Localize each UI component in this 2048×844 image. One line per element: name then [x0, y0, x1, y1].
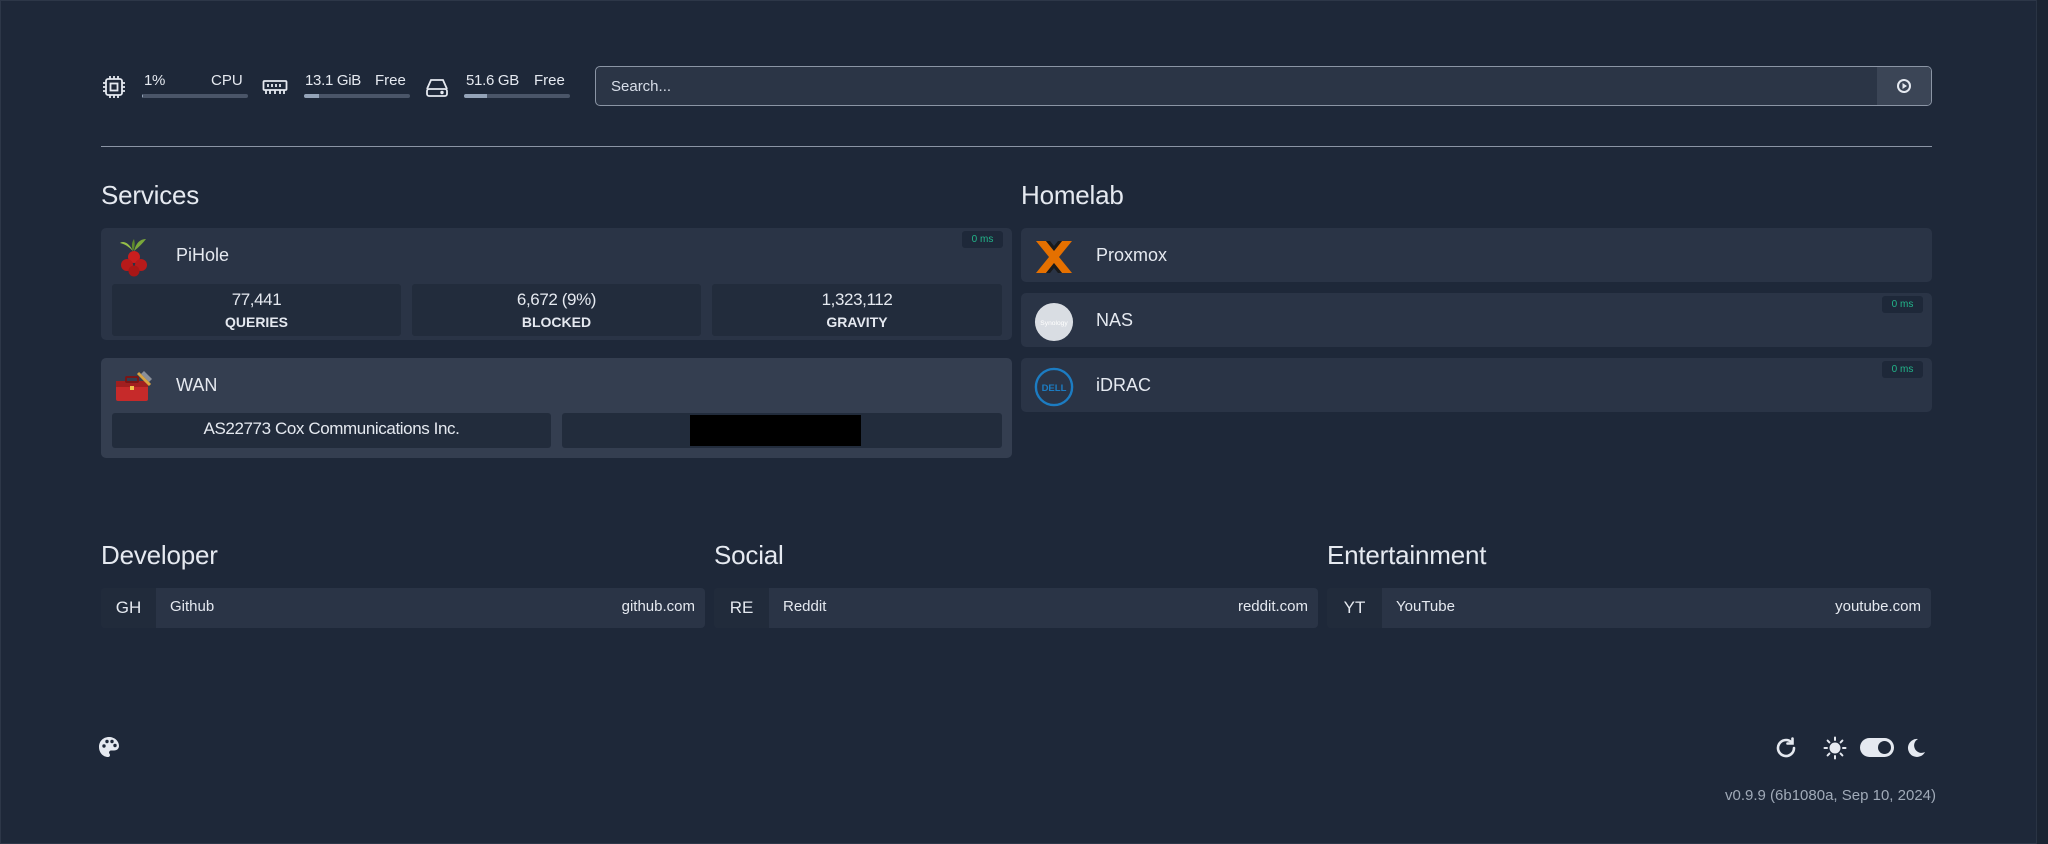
nas-ping-badge: 0 ms: [1882, 296, 1923, 313]
memory-icon: [262, 74, 288, 100]
idrac-name: iDRAC: [1096, 375, 1152, 395]
wan-ip-block: [562, 413, 1002, 448]
theme-toggle-knob: [1878, 741, 1891, 754]
proxmox-service-card[interactable]: Proxmox: [1021, 228, 1932, 282]
pihole-gravity-label: Gravity: [826, 314, 888, 330]
synology-icon: Synology: [1034, 302, 1074, 342]
proxmox-name: Proxmox: [1096, 245, 1168, 265]
nas-service-card[interactable]: Synology NAS 0 ms: [1021, 293, 1932, 347]
homelab-group-title: Homelab: [1021, 180, 1124, 210]
sun-icon: [1823, 736, 1847, 765]
pihole-queries-stat: 77,441 Queries: [112, 284, 401, 336]
pihole-queries-value: 77,441: [231, 290, 282, 309]
github-url: github.com: [621, 598, 695, 615]
search-engine-button[interactable]: [1877, 67, 1931, 105]
redacted-ip-box: [690, 415, 861, 446]
wan-isp-text: AS22773 Cox Communications Inc.: [203, 419, 460, 438]
services-group-title: Services: [101, 180, 200, 210]
github-name: Github: [170, 598, 215, 615]
pihole-gravity-value: 1,323,112: [821, 290, 893, 309]
disk-value: 51.6 GB: [466, 72, 519, 89]
disk-widget: 51.6 GB Free: [424, 66, 574, 106]
disk-icon: [424, 74, 450, 100]
disk-label: Free: [534, 72, 565, 89]
theme-toggle[interactable]: [1860, 738, 1894, 757]
dell-logo-text: DELL: [1042, 383, 1067, 394]
search-engine-icon: [1897, 79, 1911, 93]
cpu-icon: [101, 74, 127, 100]
github-bookmark[interactable]: GH Github github.com: [101, 588, 705, 628]
wan-name: WAN: [176, 375, 218, 395]
cpu-widget: 1% CPU: [101, 66, 248, 106]
cpu-label: CPU: [211, 72, 243, 89]
pihole-name: PiHole: [176, 245, 230, 265]
header-bar: 1% CPU 13.1 GiB Free 51.6 GB Free: [101, 66, 1932, 106]
search-input[interactable]: [596, 67, 1878, 105]
version-text: v0.9.9 (6b1080a, Sep 10, 2024): [1725, 787, 1936, 804]
memory-label: Free: [375, 72, 406, 89]
refresh-icon[interactable]: [1774, 736, 1798, 765]
disk-usage-bar: [464, 94, 570, 98]
pihole-blocked-stat: 6,672 (9%) Blocked: [412, 284, 701, 336]
pihole-blocked-label: Blocked: [521, 314, 592, 330]
memory-usage-bar: [304, 94, 410, 98]
reddit-name: Reddit: [783, 598, 827, 615]
youtube-url: youtube.com: [1835, 598, 1921, 615]
dell-icon: DELL: [1034, 367, 1074, 407]
idrac-ping-badge: 0 ms: [1882, 361, 1923, 378]
cpu-usage-bar: [142, 94, 248, 98]
palette-icon[interactable]: [98, 736, 120, 763]
wan-isp-block: AS22773 Cox Communications Inc.: [112, 413, 551, 448]
youtube-abbr: YT: [1327, 588, 1382, 628]
social-group-title: Social: [714, 540, 784, 570]
reddit-bookmark[interactable]: RE Reddit reddit.com: [714, 588, 1318, 628]
youtube-name: YouTube: [1396, 598, 1455, 615]
idrac-service-card[interactable]: DELL iDRAC 0 ms: [1021, 358, 1932, 412]
reddit-url: reddit.com: [1237, 598, 1308, 615]
proxmox-icon: [1034, 237, 1074, 277]
memory-widget: 13.1 GiB Free: [262, 66, 412, 106]
pihole-icon: [114, 237, 154, 277]
pihole-ping-badge: 0 ms: [962, 231, 1003, 248]
cpu-value: 1%: [144, 72, 166, 89]
pihole-queries-label: Queries: [224, 314, 288, 330]
wan-service-card[interactable]: WAN AS22773 Cox Communications Inc.: [101, 358, 1012, 458]
header-divider: [101, 146, 1932, 147]
github-abbr: GH: [101, 588, 156, 628]
search-box[interactable]: [595, 66, 1932, 106]
reddit-abbr: RE: [714, 588, 769, 628]
entertainment-group-title: Entertainment: [1327, 540, 1487, 570]
pihole-service-card[interactable]: PiHole 0 ms 77,441 Queries 6,672 (9%) Bl…: [101, 228, 1012, 340]
pihole-gravity-stat: 1,323,112 Gravity: [712, 284, 1002, 336]
synology-logo-text: Synology: [1040, 320, 1068, 327]
pihole-blocked-value: 6,672 (9%): [516, 290, 597, 309]
nas-name: NAS: [1096, 310, 1134, 330]
youtube-bookmark[interactable]: YT YouTube youtube.com: [1327, 588, 1931, 628]
wan-toolbox-icon: [114, 367, 154, 407]
developer-group-title: Developer: [101, 540, 218, 570]
scrollbar[interactable]: [2036, 0, 2048, 844]
moon-icon: [1905, 737, 1927, 764]
memory-value: 13.1 GiB: [305, 72, 361, 89]
